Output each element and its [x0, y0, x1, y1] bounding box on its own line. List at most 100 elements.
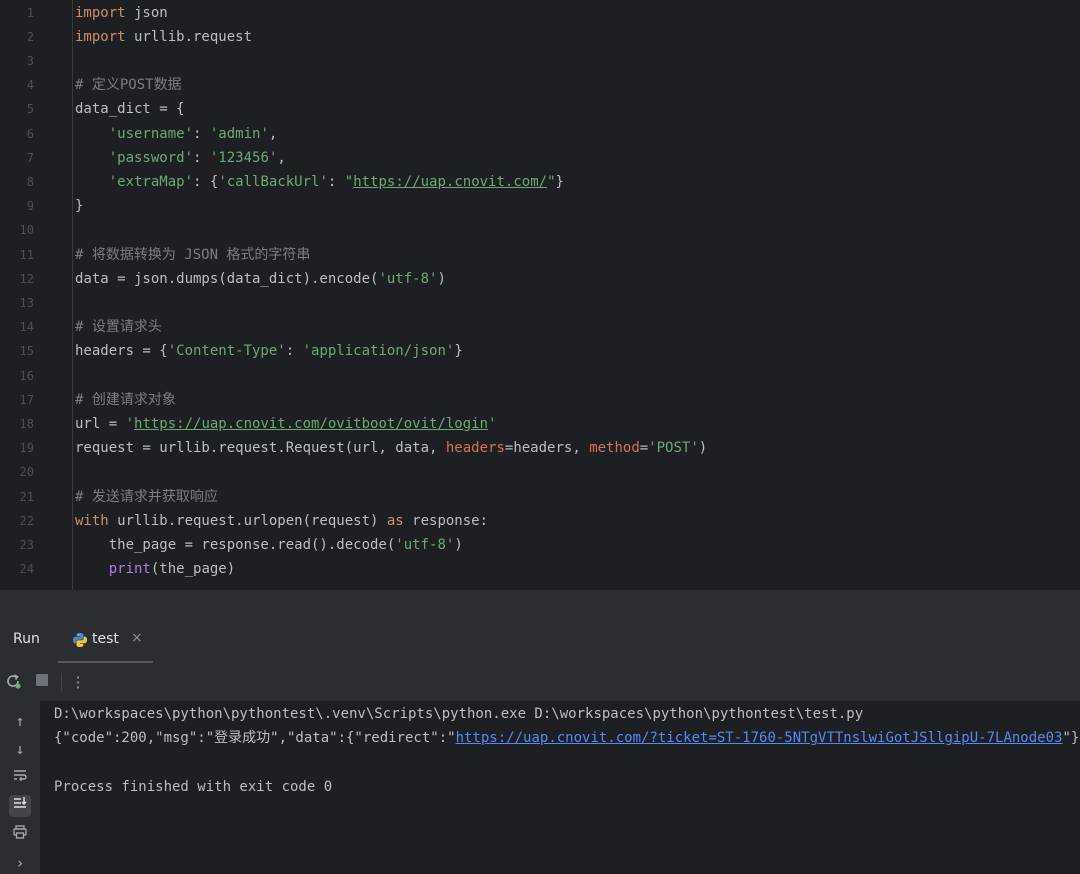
code-line[interactable]: headers = {'Content-Type': 'application/…: [75, 339, 463, 363]
code-token: # 发送请求并获取响应: [75, 488, 218, 505]
python-icon: [73, 633, 87, 647]
code-line[interactable]: # 将数据转换为 JSON 格式的字符串: [75, 243, 310, 267]
line-number: 1: [26, 5, 34, 20]
tab-test[interactable]: test ×: [58, 618, 153, 663]
close-icon[interactable]: ×: [131, 630, 143, 646]
code-token: :: [193, 125, 210, 142]
arrow-down-icon[interactable]: ↓: [9, 738, 31, 760]
code-token: 'extraMap': [108, 173, 194, 190]
code-token: ): [437, 270, 446, 287]
line-number: 16: [19, 368, 34, 383]
line-number: 3: [26, 53, 34, 68]
stop-icon[interactable]: [32, 672, 52, 692]
code-token: 'utf-8': [395, 536, 455, 553]
line-number: 5: [26, 102, 34, 117]
line-number: 7: [26, 150, 34, 165]
code-token: as: [386, 512, 404, 529]
chevron-right-icon[interactable]: ›: [9, 852, 31, 874]
code-line[interactable]: # 定义POST数据: [75, 73, 182, 97]
line-number: 17: [19, 392, 34, 407]
line-number-gutter: 1 2 3 4 5 6 7 8 9 10 11 12 13 14 15 16 17 18 19 20 21 22 23 24: [0, 0, 73, 590]
code-line[interactable]: 'username': 'admin',: [75, 122, 278, 146]
code-token: json: [125, 4, 168, 21]
tab-label: test: [92, 631, 119, 647]
console-response-line: {"code":200,"msg":"登录成功","data":{"redire…: [54, 726, 1080, 750]
line-number: 22: [19, 513, 34, 528]
code-line[interactable]: import urllib.request: [75, 25, 252, 49]
code-token: :: [285, 343, 303, 360]
line-number: 6: [26, 126, 34, 141]
code-token: 'application/json': [302, 343, 455, 360]
code-token: 'password': [108, 149, 194, 166]
scroll-to-end-icon[interactable]: [9, 795, 31, 817]
console-side-toolbar: ↑ ↓ ›: [0, 701, 40, 874]
code-token: ": [344, 173, 354, 190]
print-icon[interactable]: [9, 824, 31, 846]
console-command-line: D:\workspaces\python\pythontest\.venv\Sc…: [54, 706, 864, 722]
code-line[interactable]: print(the_page): [75, 557, 235, 581]
code-editor[interactable]: 1 2 3 4 5 6 7 8 9 10 11 12 13 14 15 16 17 18 19 20 21 22 23 24 …: [0, 0, 1080, 590]
code-token: import: [75, 28, 126, 45]
code-line[interactable]: data_dict = {: [75, 97, 185, 121]
code-token: }: [454, 343, 463, 360]
code-line[interactable]: url = 'https://uap.cnovit.com/ovitboot/o…: [75, 412, 496, 436]
code-token: 'POST': [648, 440, 699, 457]
code-token: ,: [268, 125, 278, 142]
code-token: 'username': [108, 125, 194, 142]
code-token: https://uap.cnovit.com/: [353, 173, 548, 190]
code-line[interactable]: request = urllib.request.Request(url, da…: [75, 436, 707, 460]
line-number: 19: [19, 441, 34, 456]
code-line[interactable]: # 发送请求并获取响应: [75, 485, 218, 509]
code-token: ": [547, 173, 556, 190]
code-line[interactable]: # 设置请求头: [75, 315, 162, 339]
code-token: print: [108, 561, 151, 578]
code-token: method: [589, 440, 640, 457]
run-panel-title: Run: [13, 631, 40, 647]
code-token: : {: [193, 173, 219, 190]
panel-splitter[interactable]: [0, 591, 1080, 618]
code-token: }: [555, 173, 564, 190]
code-token: headers = {: [75, 343, 168, 360]
line-number: 23: [19, 537, 34, 552]
code-line[interactable]: import json: [75, 1, 168, 25]
console-exit-line: Process finished with exit code 0: [54, 779, 333, 795]
code-token: 'utf-8': [378, 270, 438, 287]
console-output[interactable]: D:\workspaces\python\pythontest\.venv\Sc…: [40, 701, 1080, 874]
code-line[interactable]: 'extraMap': {'callBackUrl': "https://uap…: [75, 170, 564, 194]
more-vertical-icon[interactable]: ⋮: [68, 672, 88, 692]
line-number: 11: [19, 247, 34, 262]
line-number: 24: [19, 562, 34, 577]
code-token: # 将数据转换为 JSON 格式的字符串: [75, 246, 311, 263]
code-line[interactable]: }: [75, 194, 83, 218]
code-token: '123456': [209, 149, 278, 166]
code-token: url =: [75, 415, 126, 432]
code-line[interactable]: # 创建请求对象: [75, 388, 176, 412]
code-line[interactable]: with urllib.request.urlopen(request) as …: [75, 509, 488, 533]
arrow-up-icon[interactable]: ↑: [9, 710, 31, 732]
code-line[interactable]: 'password': '123456',: [75, 146, 286, 170]
line-number: 8: [26, 174, 34, 189]
code-token: 'Content-Type': [167, 343, 286, 360]
code-token: https://uap.cnovit.com/ovitboot/ovit/log…: [134, 415, 489, 432]
code-token: # 设置请求头: [75, 319, 162, 336]
line-number: 21: [19, 489, 34, 504]
rerun-icon[interactable]: [3, 672, 23, 692]
code-token: headers: [445, 440, 505, 457]
redirect-link[interactable]: https://uap.cnovit.com/?ticket=ST-1760-5…: [456, 730, 1063, 746]
code-token: request = urllib.request.Request(url, da…: [75, 440, 446, 457]
response-suffix: "}}: [1062, 730, 1080, 746]
soft-wrap-icon[interactable]: [9, 767, 31, 789]
code-token: 'callBackUrl': [218, 173, 328, 190]
line-number: 20: [19, 465, 34, 480]
code-token: ,: [277, 149, 286, 166]
line-number: 14: [19, 320, 34, 335]
code-token: # 定义POST数据: [75, 77, 182, 94]
code-line[interactable]: the_page = response.read().decode('utf-8…: [75, 533, 463, 557]
code-line[interactable]: data = json.dumps(data_dict).encode('utf…: [75, 267, 446, 291]
code-token: :: [193, 149, 210, 166]
line-number: 15: [19, 344, 34, 359]
